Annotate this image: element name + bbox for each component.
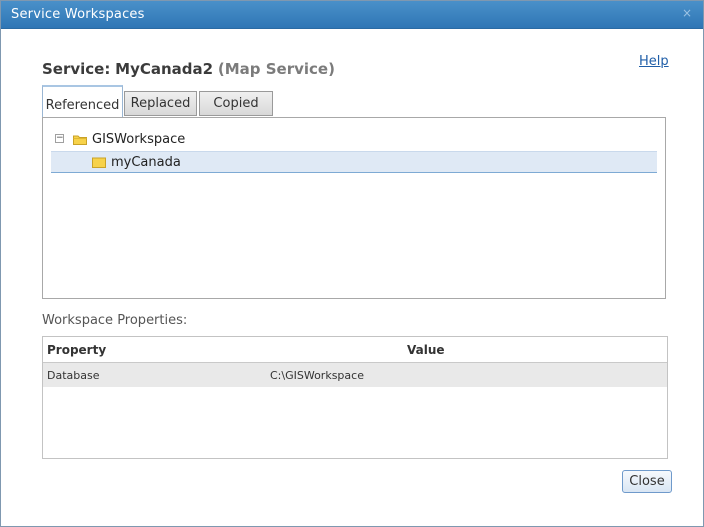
table-row[interactable]: Database C:\GISWorkspace bbox=[43, 363, 667, 387]
workspace-properties-table: Property Value Database C:\GISWorkspace bbox=[42, 336, 668, 459]
workspace-properties-label: Workspace Properties: bbox=[42, 313, 188, 328]
tree-node-label: myCanada bbox=[111, 155, 181, 170]
service-label: Service: bbox=[42, 60, 111, 78]
tree-node-child[interactable]: myCanada bbox=[51, 151, 657, 173]
column-header-property[interactable]: Property bbox=[47, 343, 106, 357]
close-button[interactable]: Close bbox=[622, 470, 672, 493]
folder-open-icon bbox=[73, 135, 87, 145]
service-type: (Map Service) bbox=[217, 60, 335, 78]
service-workspaces-dialog: Service Workspaces × Service: MyCanada2 … bbox=[0, 0, 704, 527]
close-icon[interactable]: × bbox=[680, 6, 694, 20]
tab-referenced[interactable]: Referenced bbox=[42, 85, 123, 117]
tree-node-label: GISWorkspace bbox=[92, 132, 186, 147]
workspace-tree: − GISWorkspace myCanada bbox=[42, 117, 666, 299]
help-link[interactable]: Help bbox=[639, 54, 669, 69]
column-header-value[interactable]: Value bbox=[407, 343, 445, 357]
collapse-icon[interactable]: − bbox=[55, 134, 64, 143]
dialog-title: Service Workspaces bbox=[11, 7, 145, 22]
table-header: Property Value bbox=[43, 337, 667, 363]
folder-icon bbox=[92, 157, 106, 168]
service-name: MyCanada2 bbox=[115, 60, 214, 78]
tab-copied[interactable]: Copied bbox=[199, 91, 273, 116]
service-heading: Service: MyCanada2 (Map Service) bbox=[42, 60, 335, 78]
tab-replaced[interactable]: Replaced bbox=[124, 91, 197, 116]
dialog-titlebar[interactable]: Service Workspaces × bbox=[1, 1, 703, 29]
value-cell: C:\GISWorkspace bbox=[270, 369, 364, 382]
property-cell: Database bbox=[47, 369, 100, 382]
